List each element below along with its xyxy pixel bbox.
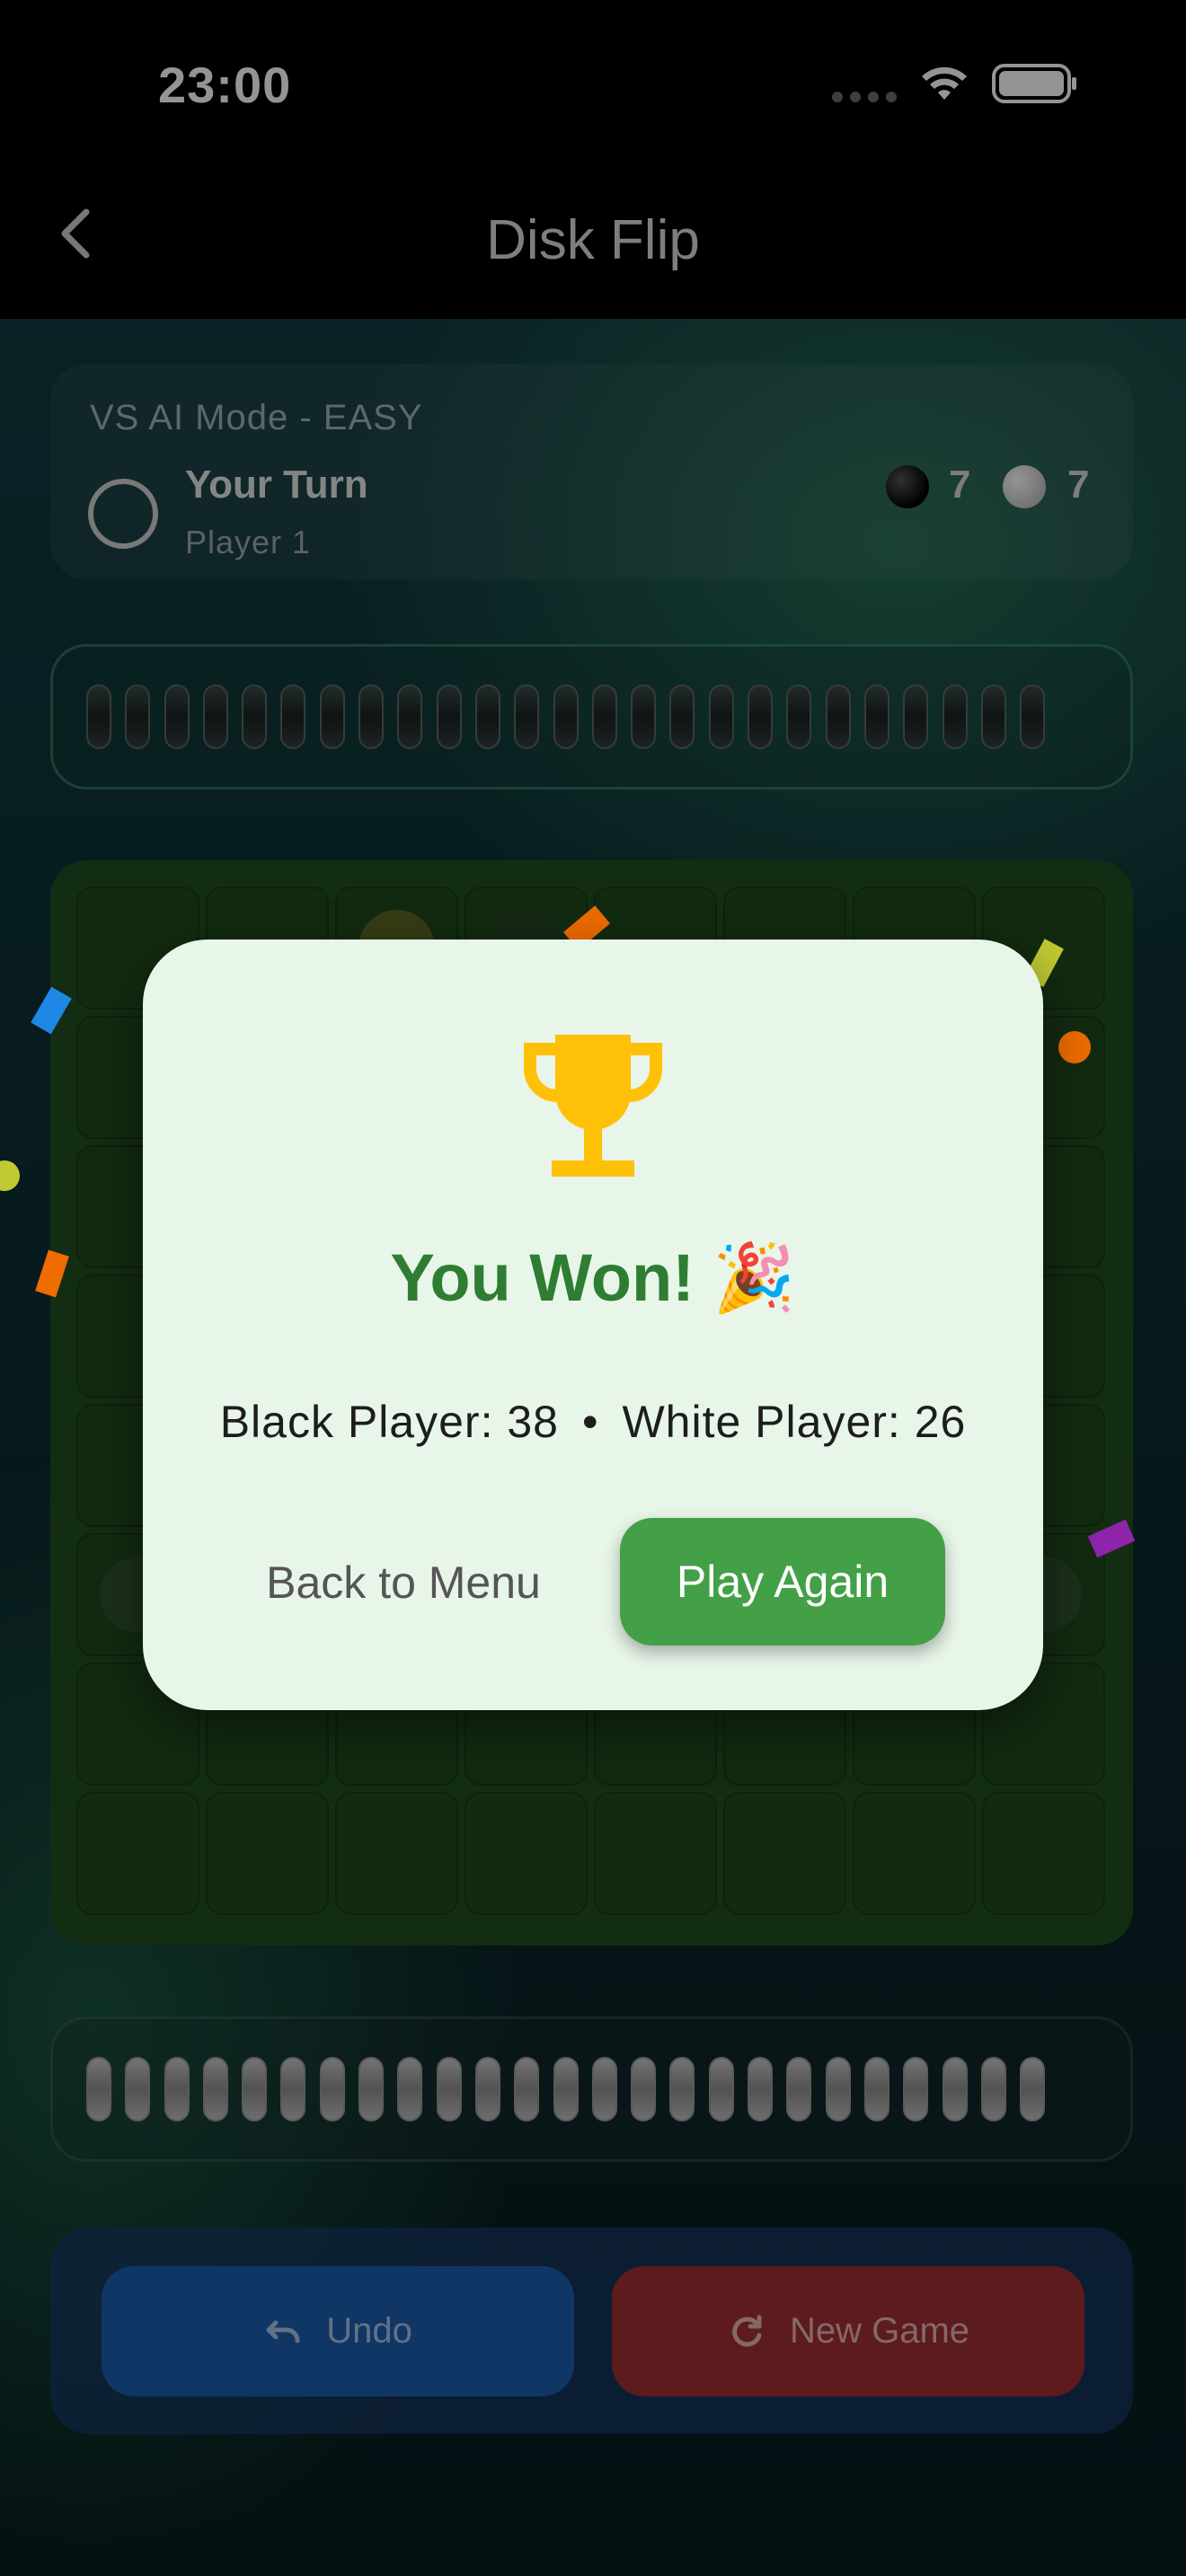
black-disk-icon	[886, 465, 929, 508]
tray-disk	[358, 2057, 385, 2122]
tray-disk	[1020, 684, 1046, 749]
back-to-menu-button[interactable]: Back to Menu	[242, 1520, 565, 1645]
board-cell[interactable]	[594, 1792, 717, 1915]
new-game-button[interactable]: New Game	[612, 2266, 1084, 2396]
board-cell[interactable]	[206, 1792, 329, 1915]
board-cell[interactable]	[723, 1792, 846, 1915]
game-mode-label: VS AI Mode - EASY	[90, 398, 423, 437]
tray-disk	[591, 2057, 617, 2122]
undo-icon	[266, 2320, 300, 2342]
tray-disk	[164, 684, 190, 749]
tray-disk	[942, 2057, 968, 2122]
tray-disk	[358, 684, 385, 749]
tray-disk	[436, 2057, 462, 2122]
tray-disk	[202, 2057, 228, 2122]
tray-disk	[825, 684, 851, 749]
dialog-title-text: You Won!	[390, 1240, 695, 1315]
confetti-piece	[1058, 1031, 1091, 1063]
tray-disk	[553, 2057, 579, 2122]
status-bar: 23:00	[0, 0, 1186, 162]
tray-disk	[708, 684, 734, 749]
tray-disk	[786, 684, 812, 749]
tray-disk	[980, 2057, 1006, 2122]
tray-disk	[280, 684, 306, 749]
tray-disk	[514, 684, 540, 749]
tray-disk	[903, 684, 929, 749]
new-game-label: New Game	[789, 2311, 970, 2351]
undo-button[interactable]: Undo	[102, 2266, 574, 2396]
board-cell[interactable]	[853, 1792, 976, 1915]
tray-disk	[631, 2057, 657, 2122]
tray-disk	[319, 684, 345, 749]
tray-disk	[748, 684, 774, 749]
black-disk-tray	[50, 644, 1133, 790]
tray-disk	[942, 684, 968, 749]
status-icons	[832, 63, 1078, 104]
wifi-icon	[922, 66, 967, 100]
white-disk-tray	[50, 2016, 1133, 2162]
tray-disk	[125, 2057, 151, 2122]
tray-disk	[397, 2057, 423, 2122]
turn-title: Your Turn	[185, 463, 368, 507]
tray-disk	[86, 684, 111, 749]
tray-disk	[553, 684, 579, 749]
tray-disk	[242, 2057, 268, 2122]
tray-disk	[125, 684, 151, 749]
score-separator: •	[581, 1397, 599, 1447]
dialog-title: You Won! 🎉	[143, 1239, 1043, 1318]
page-title: Disk Flip	[486, 209, 700, 271]
black-player-score: Black Player: 38	[219, 1397, 559, 1447]
cellular-signal-icon	[832, 92, 897, 102]
board-cell[interactable]	[335, 1792, 458, 1915]
tray-disk	[786, 2057, 812, 2122]
tray-disk	[748, 2057, 774, 2122]
tray-disk	[708, 2057, 734, 2122]
turn-player: Player 1	[185, 524, 312, 560]
game-result-dialog: You Won! 🎉 Black Player: 38 • White Player…	[143, 940, 1043, 1710]
tray-disk	[1020, 2057, 1046, 2122]
tray-disk	[202, 684, 228, 749]
white-player-score: White Player: 26	[622, 1397, 967, 1447]
tray-disk	[319, 2057, 345, 2122]
black-disk-count: 7	[949, 463, 971, 507]
refresh-icon	[732, 2315, 762, 2347]
play-again-button[interactable]: Play Again	[620, 1518, 945, 1645]
undo-label: Undo	[326, 2311, 412, 2351]
tray-disk	[397, 684, 423, 749]
white-disk-icon	[1003, 465, 1046, 508]
nav-bar: Disk Flip	[0, 162, 1186, 319]
tray-disk	[280, 2057, 306, 2122]
tray-disk	[903, 2057, 929, 2122]
tray-disk	[436, 684, 462, 749]
tray-disk	[863, 684, 890, 749]
tray-disk	[86, 2057, 111, 2122]
board-cell[interactable]	[465, 1792, 588, 1915]
tray-disk	[669, 2057, 695, 2122]
tray-disk	[474, 2057, 500, 2122]
tray-disk	[631, 684, 657, 749]
tray-disk	[591, 684, 617, 749]
tray-disk	[514, 2057, 540, 2122]
tray-disk	[863, 2057, 890, 2122]
status-time: 23:00	[158, 57, 292, 113]
tray-disk	[164, 2057, 190, 2122]
tray-disk	[474, 684, 500, 749]
tray-disk	[669, 684, 695, 749]
white-disk-count: 7	[1067, 463, 1090, 507]
battery-icon	[992, 64, 1076, 103]
final-score: Black Player: 38 • White Player: 26	[143, 1396, 1043, 1448]
tray-disk	[242, 684, 268, 749]
board-cell[interactable]	[982, 1792, 1105, 1915]
tray-disk	[825, 2057, 851, 2122]
turn-indicator-icon	[88, 479, 158, 549]
tray-disk	[980, 684, 1006, 749]
trophy-icon	[524, 1035, 662, 1177]
board-cell[interactable]	[76, 1792, 199, 1915]
party-popper-icon: 🎉	[712, 1240, 796, 1315]
